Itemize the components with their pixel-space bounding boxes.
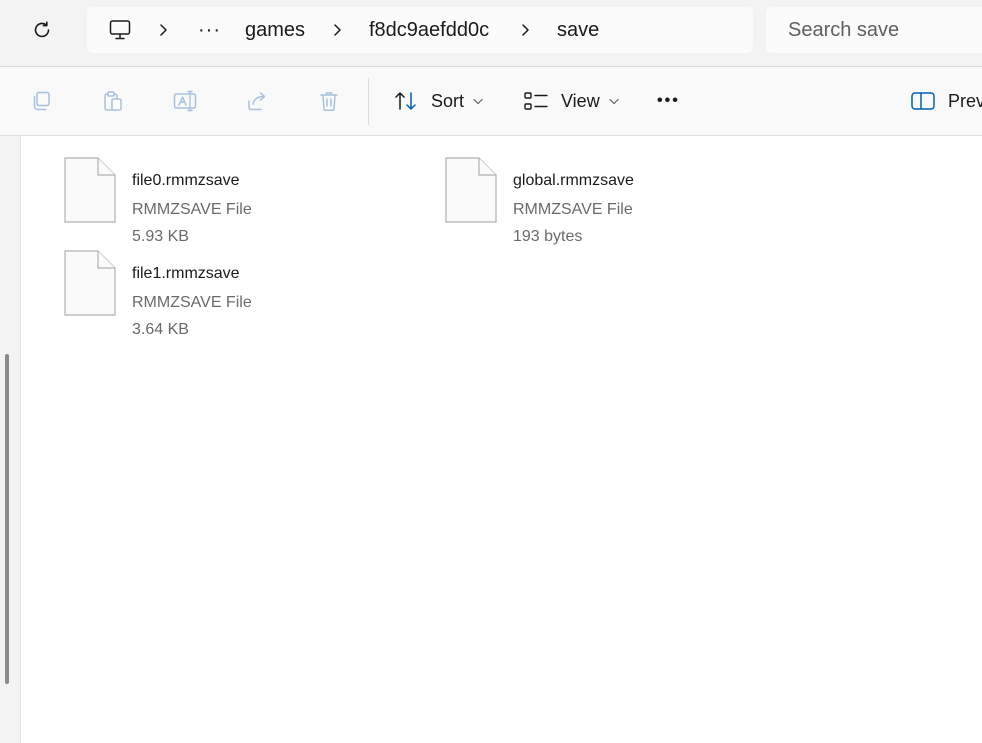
command-bar: Sort View ••• Preview [0,67,982,135]
file-item[interactable]: global.rmmzsave RMMZSAVE File 193 bytes [445,157,805,245]
copy-button[interactable] [25,85,57,117]
command-bar-separator [368,78,369,125]
view-icon [524,92,548,110]
chevron-down-icon [609,98,619,105]
navigation-scrollbar[interactable] [5,354,9,684]
paste-button[interactable] [97,85,129,117]
breadcrumb-item-games[interactable]: games [245,7,305,53]
view-label: View [561,90,600,111]
share-button[interactable] [241,85,273,117]
breadcrumb-item-save[interactable]: save [557,7,599,53]
more-options-button[interactable]: ••• [657,83,680,119]
sort-button[interactable]: Sort [393,83,483,119]
file-name: file0.rmmzsave [132,172,240,189]
breadcrumb: ··· games f8dc9aefdd0c save [87,7,753,53]
preview-pane-button[interactable]: Preview [910,83,982,119]
breadcrumb-overflow-button[interactable]: ··· [198,7,221,53]
paste-icon [104,91,122,111]
rename-button[interactable] [169,85,201,117]
share-icon [248,92,266,111]
file-list: file0.rmmzsave RMMZSAVE File 5.93 KB glo… [22,136,982,743]
address-bar-row: ··· games f8dc9aefdd0c save [0,0,982,66]
file-size: 193 bytes [513,228,583,245]
breadcrumb-separator[interactable] [155,7,171,53]
chevron-right-icon [334,24,341,36]
search-input[interactable] [788,18,982,42]
file-type: RMMZSAVE File [513,201,633,218]
search-box[interactable] [766,7,982,53]
sort-label: Sort [431,90,465,111]
file-type: RMMZSAVE File [132,294,252,311]
file-name: global.rmmzsave [513,172,634,189]
delete-button[interactable] [313,85,345,117]
rename-icon [173,90,197,112]
computer-icon [109,20,131,40]
preview-label: Preview [948,90,982,111]
file-size: 5.93 KB [132,228,189,245]
chevron-right-icon [522,24,529,36]
file-icon [64,250,116,316]
file-item[interactable]: file0.rmmzsave RMMZSAVE File 5.93 KB [64,157,424,245]
file-item[interactable]: file1.rmmzsave RMMZSAVE File 3.64 KB [64,250,424,338]
breadcrumb-separator[interactable] [329,7,345,53]
navigation-pane [0,136,21,743]
view-button[interactable]: View [523,83,619,119]
refresh-icon [34,21,50,38]
breadcrumb-separator[interactable] [517,7,533,53]
trash-icon [320,92,338,112]
file-size: 3.64 KB [132,321,189,338]
breadcrumb-item-f8dc9aefdd0c[interactable]: f8dc9aefdd0c [369,7,489,53]
file-type: RMMZSAVE File [132,201,252,218]
refresh-button[interactable] [24,12,60,48]
sort-icon [395,92,416,110]
this-pc-button[interactable] [107,7,133,53]
chevron-down-icon [473,98,483,105]
preview-pane-icon [911,92,935,110]
file-icon [64,157,116,223]
chevron-right-icon [160,24,167,36]
file-name: file1.rmmzsave [132,265,240,282]
copy-icon [33,91,50,111]
file-icon [445,157,497,223]
